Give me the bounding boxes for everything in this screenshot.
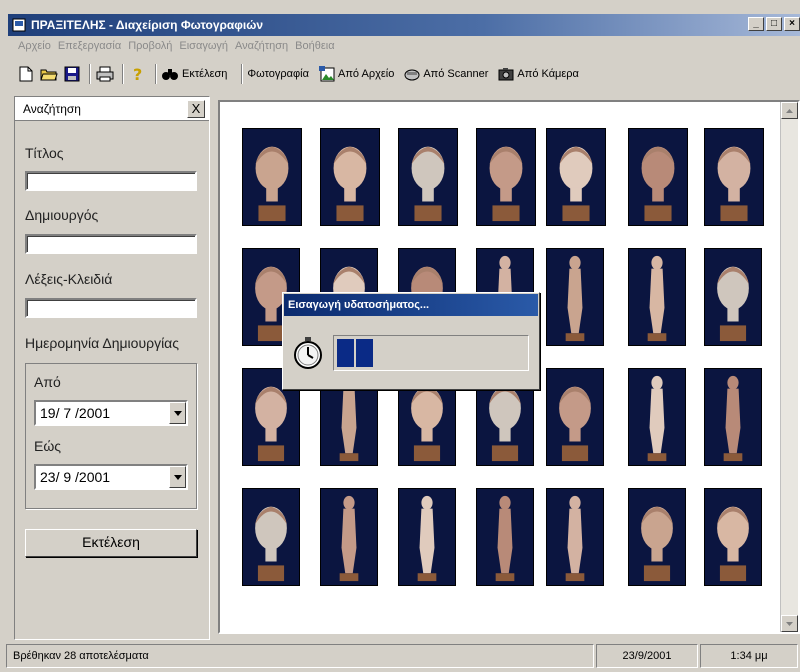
progress-bar [333, 335, 529, 371]
menu-import[interactable]: Εισαγωγή [179, 40, 233, 56]
from-scanner-button[interactable]: Από Scanner [404, 67, 488, 81]
photo-thumbnail[interactable] [546, 128, 606, 226]
image-file-icon [318, 66, 335, 82]
progress-chunk [356, 339, 373, 367]
from-scanner-label: Από Scanner [423, 68, 489, 80]
photo-toolbar-label: Φωτογραφία [247, 68, 309, 80]
photo-thumbnail[interactable] [242, 128, 302, 226]
keywords-label: Λέξεις-Κλειδιά [25, 271, 113, 287]
menu-bar: Αρχείο Επεξεργασία Προβολή Εισαγωγή Αναζ… [18, 40, 342, 56]
photo-thumbnail[interactable] [398, 488, 456, 586]
photo-thumbnail[interactable] [546, 488, 604, 586]
close-button[interactable]: × [784, 17, 800, 31]
date-status: 23/9/2001 [596, 644, 698, 668]
photo-thumbnail[interactable] [628, 128, 688, 226]
photo-thumbnail[interactable] [398, 128, 458, 226]
window-title: ΠΡΑΞΙΤΕΛΗΣ - Διαχείριση Φωτογραφιών [31, 18, 264, 32]
title-label: Τίτλος [25, 145, 64, 161]
from-file-label: Από Αρχείο [337, 68, 395, 80]
creator-field[interactable] [25, 234, 197, 254]
binoculars-icon [162, 69, 178, 80]
save-icon[interactable] [62, 64, 82, 84]
from-camera-button[interactable]: Από Κάμερα [498, 67, 579, 81]
to-date-value: 23/ 9 /2001 [40, 469, 111, 485]
run-toolbar-button[interactable]: Εκτέλεση [161, 67, 227, 81]
maximize-button[interactable]: □ [766, 17, 782, 31]
date-range-group: Από 19/ 7 /2001 Εώς 23/ 9 /2001 [25, 363, 197, 509]
scroll-down-icon[interactable] [781, 615, 798, 632]
toolbar-separator [122, 64, 124, 84]
search-panel-header: Αναζήτηση [15, 97, 209, 121]
run-toolbar-label: Εκτέλεση [182, 68, 228, 80]
menu-view[interactable]: Προβολή [128, 40, 177, 56]
photo-thumbnail[interactable] [476, 488, 534, 586]
photo-thumbnail[interactable] [320, 128, 380, 226]
run-search-button[interactable]: Εκτέλεση [25, 529, 197, 557]
photo-thumbnail[interactable] [320, 488, 378, 586]
panel-close-button[interactable]: X [187, 100, 205, 118]
progress-chunk [337, 339, 354, 367]
photo-thumbnail[interactable] [476, 128, 536, 226]
results-status: Βρέθηκαν 28 αποτελέσματα [6, 644, 594, 668]
search-panel-title: Αναζήτηση [23, 101, 81, 116]
toolbar: ? Εκτέλεση Φωτογραφία Από Αρχείο Από Sca… [16, 62, 800, 86]
to-date-select[interactable]: 23/ 9 /2001 [34, 464, 188, 490]
menu-edit[interactable]: Επεξεργασία [58, 40, 126, 56]
watermark-progress-dialog: Εισαγωγή υδατοσήματος... [282, 292, 540, 390]
photo-thumbnail[interactable] [242, 488, 300, 586]
search-panel: Αναζήτηση X Τίτλος Δημιουργός Λέξεις-Κλε… [14, 96, 210, 640]
creator-label: Δημιουργός [25, 207, 99, 223]
app-icon [12, 18, 26, 32]
title-bar: ΠΡΑΞΙΤΕΛΗΣ - Διαχείριση Φωτογραφιών _ □ … [8, 14, 800, 36]
photo-thumbnail[interactable] [628, 488, 686, 586]
svg-text:?: ? [133, 65, 142, 83]
dialog-title: Εισαγωγή υδατοσήματος... [284, 294, 538, 316]
from-date-select[interactable]: 19/ 7 /2001 [34, 400, 188, 426]
to-label: Εώς [34, 438, 62, 454]
scanner-icon [404, 69, 420, 81]
menu-help[interactable]: Βοήθεια [295, 40, 339, 56]
photo-thumbnail[interactable] [704, 248, 762, 346]
open-folder-icon[interactable] [39, 64, 59, 84]
toolbar-separator [155, 64, 157, 84]
time-status: 1:34 μμ [700, 644, 798, 668]
keywords-field[interactable] [25, 298, 197, 318]
title-field[interactable] [25, 171, 197, 191]
date-label: Ημερομηνία Δημιουργίας [25, 335, 180, 351]
photo-thumbnail[interactable] [628, 248, 686, 346]
toolbar-separator [89, 64, 91, 84]
stopwatch-icon [293, 337, 323, 372]
photo-thumbnail[interactable] [628, 368, 686, 466]
scroll-up-icon[interactable] [781, 102, 798, 119]
menu-file[interactable]: Αρχείο [18, 40, 56, 56]
photo-toolbar-button[interactable]: Φωτογραφία [247, 68, 309, 80]
toolbar-separator [241, 64, 244, 84]
from-date-value: 19/ 7 /2001 [40, 405, 111, 421]
from-camera-label: Από Κάμερα [517, 68, 579, 80]
chevron-down-icon[interactable] [169, 402, 186, 424]
photo-thumbnail[interactable] [546, 248, 604, 346]
menu-search[interactable]: Αναζήτηση [235, 40, 293, 56]
help-icon[interactable]: ? [128, 64, 148, 84]
chevron-down-icon[interactable] [169, 466, 186, 488]
photo-thumbnail[interactable] [704, 368, 762, 466]
vertical-scrollbar[interactable] [780, 102, 798, 632]
from-file-button[interactable]: Από Αρχείο [318, 66, 395, 82]
new-document-icon[interactable] [16, 64, 36, 84]
photo-thumbnail[interactable] [704, 488, 762, 586]
photo-thumbnail[interactable] [704, 128, 764, 226]
from-label: Από [34, 374, 61, 390]
minimize-button[interactable]: _ [748, 17, 764, 31]
print-icon[interactable] [95, 64, 115, 84]
photo-thumbnail[interactable] [546, 368, 604, 466]
camera-icon [498, 68, 514, 81]
status-bar: Βρέθηκαν 28 αποτελέσματα 23/9/2001 1:34 … [6, 642, 800, 670]
